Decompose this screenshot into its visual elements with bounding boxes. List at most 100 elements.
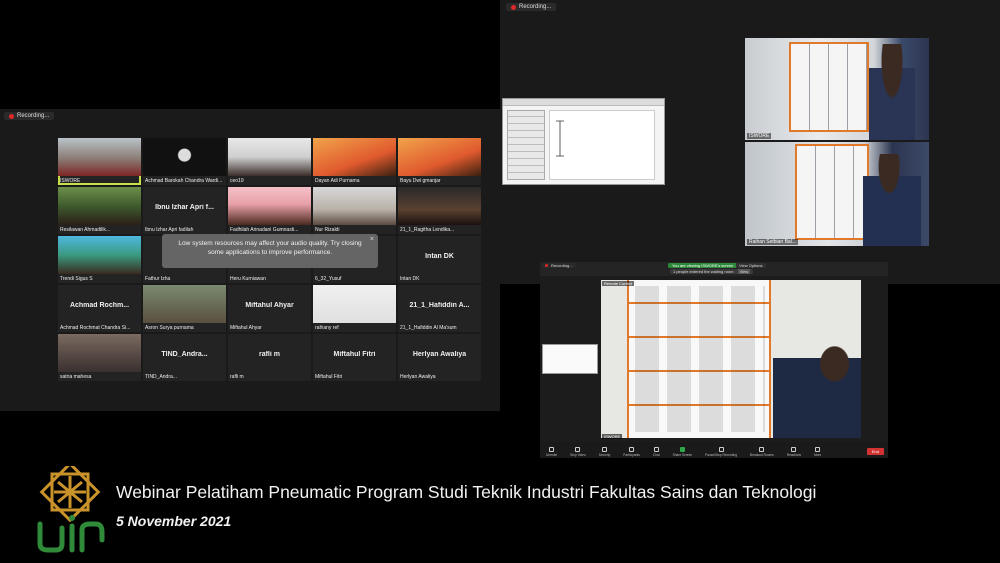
participant-display-name: Miftahul Fitri bbox=[333, 351, 376, 358]
waiting-room-text: 1 people entered the waiting room bbox=[673, 269, 734, 274]
recording-indicator[interactable]: Recording... bbox=[506, 3, 557, 11]
recording-label: Recording... bbox=[519, 4, 552, 10]
toolbar-button[interactable]: Unmute bbox=[546, 447, 557, 457]
toolbar-button[interactable]: Share Screen bbox=[673, 447, 692, 457]
participant-tile[interactable]: Miftahul Fitri Miftahul Fitri bbox=[313, 334, 396, 381]
webinar-title: Webinar Pelatiham Pneumatic Program Stud… bbox=[116, 482, 817, 502]
view-waiting-room-button[interactable]: View bbox=[737, 269, 751, 274]
participant-name-label: Trendi Sigus S bbox=[60, 276, 93, 282]
end-meeting-button[interactable]: End bbox=[866, 448, 884, 455]
toolbar-button[interactable]: Pause/Stop Recording bbox=[705, 447, 737, 457]
participant-video bbox=[58, 187, 141, 225]
toolbar-label: Reactions bbox=[786, 453, 801, 457]
participant-tile[interactable]: ISWORE bbox=[58, 138, 141, 185]
participant-tile[interactable]: raihany ref bbox=[313, 285, 396, 332]
shared-window-mini[interactable] bbox=[542, 344, 598, 374]
participant-video bbox=[398, 138, 481, 176]
university-logo bbox=[37, 466, 105, 553]
recording-label: Recording... bbox=[551, 263, 573, 268]
toolbar-button[interactable]: Stop Video bbox=[570, 447, 586, 457]
participant-tile[interactable]: ceo19 bbox=[228, 138, 311, 185]
recording-label: Recording... bbox=[17, 113, 50, 119]
recording-indicator[interactable]: Recording... bbox=[542, 263, 576, 268]
participant-name-label: Bayu Dwi gmanjar bbox=[400, 178, 441, 184]
toolbar-icon bbox=[601, 447, 607, 452]
participant-tile[interactable]: Nur Rizaldi bbox=[313, 187, 396, 234]
participant-tile[interactable]: Resilawan Ahmadilik... bbox=[58, 187, 141, 234]
participant-tile[interactable]: satria mahesa bbox=[58, 334, 141, 381]
participant-tile[interactable]: TIND_Andra... TIND_Andra... bbox=[143, 334, 226, 381]
toolbar-button[interactable]: More bbox=[814, 447, 821, 457]
video-name-label: ISWORE bbox=[747, 133, 772, 139]
participant-display-name: Intan DK bbox=[425, 253, 454, 260]
participant-name-label: Heru Kurniawan bbox=[230, 276, 266, 282]
participant-display-name: Achmad Rochm... bbox=[69, 302, 130, 309]
participant-name-label: Nur Rizaldi bbox=[315, 227, 340, 233]
participant-tile[interactable]: rafli m rafli m bbox=[228, 334, 311, 381]
toolbar-button[interactable]: Security bbox=[598, 447, 611, 457]
toolbar-icon bbox=[791, 447, 797, 452]
close-icon[interactable]: × bbox=[370, 235, 374, 244]
toolbar-icon bbox=[815, 447, 821, 452]
toolbar-icon bbox=[549, 447, 555, 452]
participant-tile[interactable]: Asron Surya purnama bbox=[143, 285, 226, 332]
remote-control-label[interactable]: Remote Control bbox=[602, 281, 635, 286]
participant-tile[interactable]: Achmad Rochm... Achmad Rochmat Chandra Si… bbox=[58, 285, 141, 332]
participant-tile[interactable]: Fadhilah Arinadani Gumnasti... bbox=[228, 187, 311, 234]
speaker-video-top[interactable]: ISWORE bbox=[745, 38, 929, 140]
participant-display-name: 21_1_Hafiddin A... bbox=[409, 302, 470, 309]
toolbar-icon bbox=[718, 447, 724, 452]
circuit-sketch bbox=[556, 120, 564, 157]
participant-tile[interactable]: Achmad Barokah Chandra Wardi... bbox=[143, 138, 226, 185]
meeting-toolbar: Unmute Stop Video Security Participants Chat… bbox=[540, 442, 888, 458]
toolbar-button[interactable]: Participants bbox=[623, 447, 640, 457]
participant-tile[interactable]: 21_1_Ragitha Lendika... bbox=[398, 187, 481, 234]
participant-video bbox=[313, 285, 396, 323]
toolbar-label: Security bbox=[598, 453, 611, 457]
participant-name-label: Miftahul Ahyar bbox=[230, 325, 262, 331]
record-dot-icon bbox=[511, 4, 516, 10]
toolbar-button[interactable]: Breakout Rooms bbox=[750, 447, 774, 457]
participant-display-name: Miftahul Ahyar bbox=[245, 302, 294, 309]
record-dot-icon bbox=[545, 264, 548, 267]
pneumatic-panel bbox=[789, 42, 869, 132]
toolbar-icon bbox=[629, 447, 635, 452]
toast-message: Low system resources may affect your aud… bbox=[178, 240, 362, 256]
active-speaker-label: ISWORE bbox=[602, 434, 623, 439]
participant-name-label: satria mahesa bbox=[60, 374, 92, 380]
view-options-button[interactable]: View Options bbox=[736, 263, 766, 268]
record-dot-icon bbox=[9, 113, 14, 119]
toolbar-button[interactable]: Reactions bbox=[787, 447, 801, 457]
toolbar-label: Participants bbox=[623, 453, 640, 457]
participant-tile[interactable]: Ibnu Izhar Apri f... Ibnu Izhar Apri fadi… bbox=[143, 187, 226, 234]
participant-tile[interactable]: Dayan Adi Purnama bbox=[313, 138, 396, 185]
recording-indicator[interactable]: Recording... bbox=[4, 112, 55, 120]
participant-video bbox=[58, 138, 141, 176]
toolbar-button[interactable]: Chat bbox=[653, 447, 660, 457]
participant-name-label: Intan DK bbox=[400, 276, 420, 282]
toolbar-label: Breakout Rooms bbox=[750, 453, 774, 457]
presenter bbox=[863, 154, 921, 246]
window-titlebar bbox=[503, 99, 664, 106]
participant-name-label: Fathur Izha bbox=[145, 276, 171, 282]
participant-video bbox=[58, 236, 141, 274]
participant-tile[interactable]: Intan DK Intan DK bbox=[398, 236, 481, 283]
main-shared-video[interactable] bbox=[601, 280, 861, 438]
speaker-video-bottom[interactable]: Raihan Setbian Bal... bbox=[745, 142, 929, 246]
participant-name-label: rafli m bbox=[230, 374, 244, 380]
participant-video bbox=[398, 187, 481, 225]
drawing-canvas bbox=[549, 110, 655, 180]
participant-tile[interactable]: Bayu Dwi gmanjar bbox=[398, 138, 481, 185]
pneumatic-modules bbox=[635, 286, 765, 432]
participant-tile[interactable]: Miftahul Ahyar Miftahul Ahyar bbox=[228, 285, 311, 332]
participant-tile[interactable]: Trendi Sigus S bbox=[58, 236, 141, 283]
participant-tile[interactable]: Herlyan Awaliya Herlyan Awaliya bbox=[398, 334, 481, 381]
participant-name-label: Achmad Barokah Chandra Wardi... bbox=[145, 178, 223, 184]
toolbar-label: Unmute bbox=[546, 453, 558, 457]
participant-video bbox=[143, 285, 226, 323]
participant-name-label: Resilawan Ahmadilik... bbox=[60, 227, 111, 233]
participant-name-label: ceo19 bbox=[230, 178, 244, 184]
participant-name-label: ISWORE bbox=[60, 178, 81, 184]
participant-tile[interactable]: 21_1_Hafiddin A... 21_1_Hafiddin Al Ma'su… bbox=[398, 285, 481, 332]
shared-screen-thumbnail[interactable] bbox=[502, 98, 665, 185]
